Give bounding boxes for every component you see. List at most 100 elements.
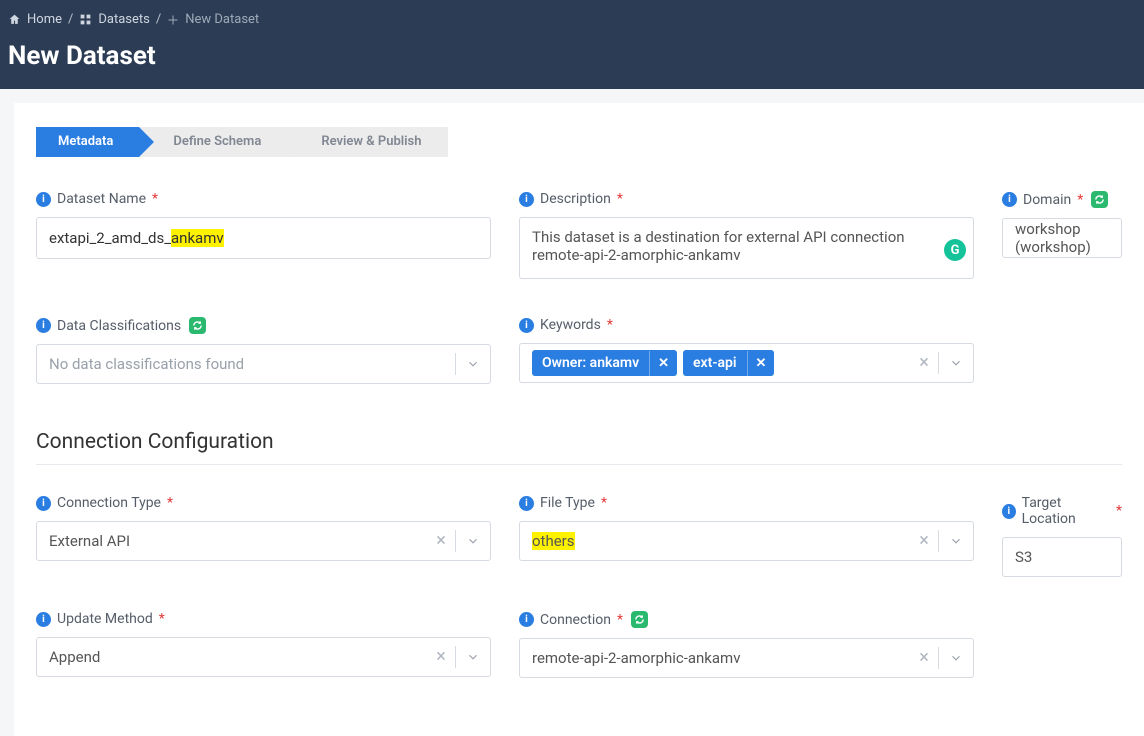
select-file-type[interactable]: others × [519, 521, 974, 561]
select-update-method[interactable]: Append × [36, 637, 491, 677]
select-connection-value: remote-api-2-amorphic-ankamv [520, 649, 910, 667]
info-icon[interactable]: i [36, 192, 51, 207]
required-marker: * [159, 611, 165, 627]
required-marker: * [1077, 192, 1083, 208]
field-dataset-name: i Dataset Name * extapi_2_amd_ds_ankamv [36, 191, 491, 283]
grammarly-icon[interactable]: G [944, 239, 966, 261]
keywords-tags-container: Owner: ankamv ✕ ext-api ✕ [520, 350, 910, 376]
select-domain[interactable]: workshop (workshop) [1002, 218, 1122, 258]
stepper: Metadata Define Schema Review & Publish [36, 127, 1122, 157]
keyword-tag: Owner: ankamv ✕ [532, 350, 677, 376]
home-icon [8, 13, 21, 26]
page-title: New Dataset [8, 41, 1136, 71]
refresh-icon[interactable] [189, 317, 206, 334]
tag-remove-icon[interactable]: ✕ [649, 351, 677, 376]
chevron-down-icon [939, 534, 973, 548]
dataset-name-value-prefix: extapi_2_amd_ds_ [49, 229, 171, 247]
breadcrumb: Home / Datasets / New Dataset [8, 8, 1136, 41]
chevron-down-icon [939, 651, 973, 665]
chevron-down-icon [456, 357, 490, 371]
clear-icon[interactable]: × [910, 532, 938, 550]
select-update-method-value: Append [37, 648, 427, 666]
info-icon[interactable]: i [36, 496, 51, 511]
info-icon[interactable]: i [36, 318, 51, 333]
required-marker: * [617, 191, 623, 207]
label-domain: Domain [1023, 192, 1071, 208]
refresh-icon[interactable] [1091, 191, 1108, 208]
info-icon[interactable]: i [1002, 504, 1016, 519]
chevron-down-icon [456, 650, 490, 664]
select-connection-type[interactable]: External API × [36, 521, 491, 561]
breadcrumb-datasets-label: Datasets [98, 12, 150, 27]
required-marker: * [607, 317, 613, 333]
label-data-classifications: Data Classifications [57, 318, 181, 334]
breadcrumb-home[interactable]: Home [8, 12, 62, 27]
breadcrumb-datasets[interactable]: Datasets [79, 12, 150, 27]
field-target-location: i Target Location * S3 [1002, 495, 1122, 577]
label-update-method: Update Method [57, 611, 153, 627]
required-marker: * [152, 191, 158, 207]
clear-icon[interactable]: × [910, 649, 938, 667]
keyword-tag-label: Owner: ankamv [532, 350, 649, 376]
field-file-type: i File Type * others × [519, 495, 974, 577]
field-data-classifications: i Data Classifications No data classific… [36, 317, 491, 384]
breadcrumb-current: New Dataset [167, 12, 259, 27]
label-connection: Connection [540, 612, 611, 628]
field-description: i Description * G [519, 191, 974, 283]
breadcrumb-separator: / [66, 12, 75, 27]
info-icon[interactable]: i [519, 192, 534, 207]
field-domain: i Domain * workshop (workshop) [1002, 191, 1122, 283]
select-file-type-value: others [520, 532, 910, 550]
chevron-down-icon [939, 356, 973, 370]
field-connection: i Connection * remote-api-2-amorphic-ank… [519, 611, 974, 678]
info-icon[interactable]: i [519, 612, 534, 627]
required-marker: * [1116, 503, 1122, 519]
info-icon[interactable]: i [519, 496, 534, 511]
tag-remove-icon[interactable]: ✕ [747, 351, 775, 376]
input-dataset-name[interactable]: extapi_2_amd_ds_ankamv [36, 217, 491, 259]
clear-icon[interactable]: × [427, 648, 455, 666]
step-metadata[interactable]: Metadata [36, 127, 139, 157]
clear-icon[interactable]: × [427, 532, 455, 550]
label-keywords: Keywords [540, 317, 601, 333]
breadcrumb-separator: / [154, 12, 163, 27]
step-review-publish[interactable]: Review & Publish [287, 127, 447, 157]
file-type-highlight: others [532, 532, 575, 550]
select-target-location[interactable]: S3 [1002, 537, 1122, 577]
section-title-connection-config: Connection Configuration [36, 430, 1122, 454]
label-target-location: Target Location [1022, 495, 1110, 527]
info-icon[interactable]: i [1002, 192, 1017, 207]
select-data-classifications[interactable]: No data classifications found [36, 344, 491, 384]
clear-icon[interactable]: × [910, 354, 938, 372]
select-keywords[interactable]: Owner: ankamv ✕ ext-api ✕ × [519, 343, 974, 383]
chevron-down-icon [456, 534, 490, 548]
select-connection-type-value: External API [37, 532, 427, 550]
select-data-classifications-placeholder: No data classifications found [37, 355, 455, 373]
label-connection-type: Connection Type [57, 495, 161, 511]
required-marker: * [617, 612, 623, 628]
select-target-location-value: S3 [1003, 548, 1121, 566]
field-connection-type: i Connection Type * External API × [36, 495, 491, 577]
textarea-description[interactable] [519, 217, 974, 279]
plus-icon [167, 14, 179, 26]
field-update-method: i Update Method * Append × [36, 611, 491, 678]
breadcrumb-home-label: Home [27, 12, 62, 27]
dataset-name-value-highlight: ankamv [171, 229, 224, 247]
label-file-type: File Type [540, 495, 595, 511]
select-domain-value: workshop (workshop) [1003, 220, 1121, 256]
select-connection[interactable]: remote-api-2-amorphic-ankamv × [519, 638, 974, 678]
field-keywords: i Keywords * Owner: ankamv ✕ ext-api ✕ × [519, 317, 974, 384]
keyword-tag-label: ext-api [683, 350, 746, 376]
keyword-tag: ext-api ✕ [683, 350, 774, 376]
info-icon[interactable]: i [36, 612, 51, 627]
required-marker: * [601, 495, 607, 511]
breadcrumb-current-label: New Dataset [185, 12, 259, 27]
label-description: Description [540, 191, 611, 207]
datasets-icon [79, 13, 92, 26]
required-marker: * [167, 495, 173, 511]
label-dataset-name: Dataset Name [57, 191, 146, 207]
divider [36, 464, 1122, 465]
info-icon[interactable]: i [519, 318, 534, 333]
step-define-schema[interactable]: Define Schema [139, 127, 287, 157]
refresh-icon[interactable] [631, 611, 648, 628]
